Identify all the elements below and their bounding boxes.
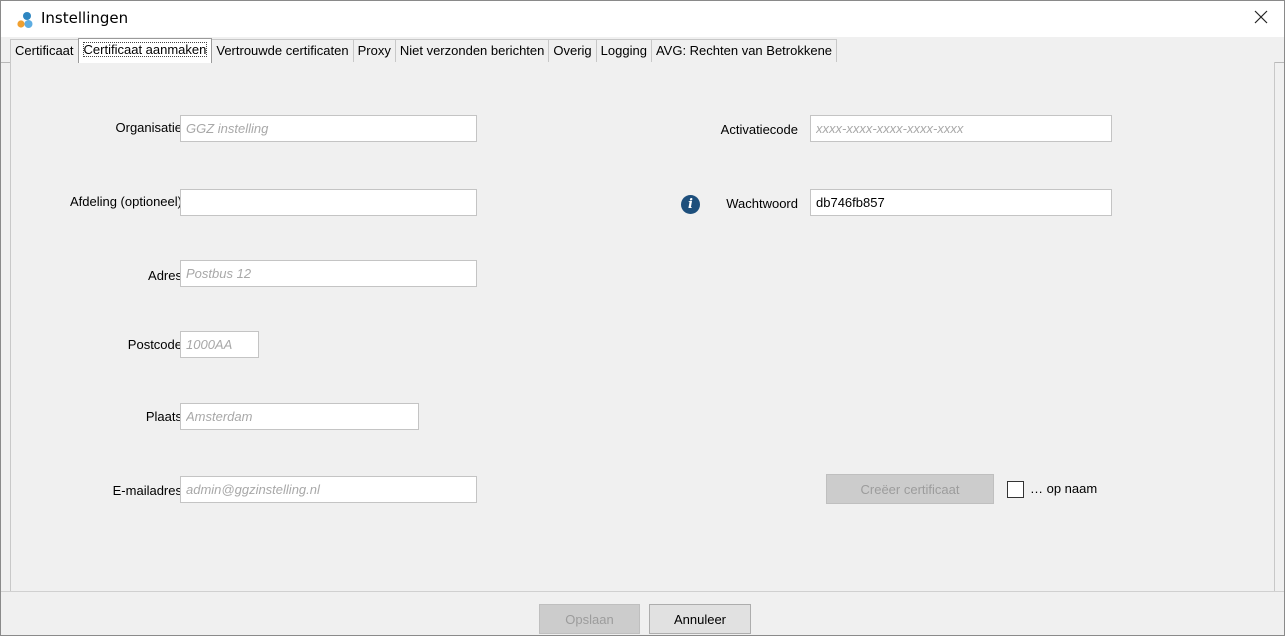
postcode-input[interactable] (180, 331, 259, 358)
tab-logging[interactable]: Logging (595, 39, 652, 62)
footer-divider (1, 591, 1284, 592)
activatiecode-input[interactable] (810, 115, 1112, 142)
afdeling-input[interactable] (180, 189, 477, 216)
app-cluster-icon (17, 12, 33, 28)
close-button[interactable] (1238, 1, 1284, 33)
title-bar: Instellingen (1, 1, 1284, 37)
info-icon[interactable]: i (681, 195, 700, 214)
tab-avg-rechten[interactable]: AVG: Rechten van Betrokkene (650, 39, 838, 62)
window-title: Instellingen (41, 9, 129, 27)
postcode-label: Postcode (127, 337, 182, 352)
tab-label: Vertrouwde certificaten (216, 43, 349, 58)
tab-label: Overig (553, 43, 592, 58)
wachtwoord-input[interactable] (810, 189, 1112, 216)
tab-label: Logging (600, 43, 647, 58)
activatiecode-label: Activatiecode (720, 122, 798, 137)
tab-vertrouwde-certificaten[interactable]: Vertrouwde certificaten (211, 39, 354, 62)
tab-strip: Certificaat Certificaat aanmaken Vertrou… (10, 38, 838, 63)
organisatie-input[interactable] (180, 115, 477, 142)
wachtwoord-label: Wachtwoord (726, 196, 798, 211)
tab-panel-certificaat-aanmaken: Organisatie Afdeling (optioneel) Adres P… (10, 62, 1275, 591)
tab-label: AVG: Rechten van Betrokkene (655, 43, 833, 58)
tab-label: Proxy (357, 43, 391, 58)
plaats-input[interactable] (180, 403, 419, 430)
email-label: E-mailadres (112, 483, 182, 498)
tab-label: Certificaat aanmaken (82, 42, 208, 57)
save-button[interactable]: Opslaan (539, 604, 640, 634)
on-name-label: … op naam (1030, 481, 1098, 496)
adres-input[interactable] (180, 260, 477, 287)
tab-label: Certificaat (15, 43, 74, 58)
settings-window: Instellingen Certificaat Certificaat aan… (0, 0, 1285, 636)
close-icon (1254, 10, 1268, 24)
organisatie-label: Organisatie (115, 120, 182, 135)
tab-label: Niet verzonden berichten (399, 43, 545, 58)
plaats-label: Plaats (145, 409, 182, 424)
tab-proxy[interactable]: Proxy (352, 39, 396, 62)
tab-overig[interactable]: Overig (548, 39, 597, 62)
on-name-checkbox[interactable] (1007, 481, 1024, 498)
afdeling-label: Afdeling (optioneel) (69, 194, 182, 209)
create-certificate-button[interactable]: Creëer certificaat (826, 474, 994, 504)
cancel-button[interactable]: Annuleer (649, 604, 751, 634)
email-input[interactable] (180, 476, 477, 503)
tab-certificaat[interactable]: Certificaat (10, 39, 79, 62)
tab-certificaat-aanmaken[interactable]: Certificaat aanmaken (77, 38, 213, 63)
tab-niet-verzonden-berichten[interactable]: Niet verzonden berichten (394, 39, 550, 62)
adres-label: Adres (148, 268, 182, 283)
